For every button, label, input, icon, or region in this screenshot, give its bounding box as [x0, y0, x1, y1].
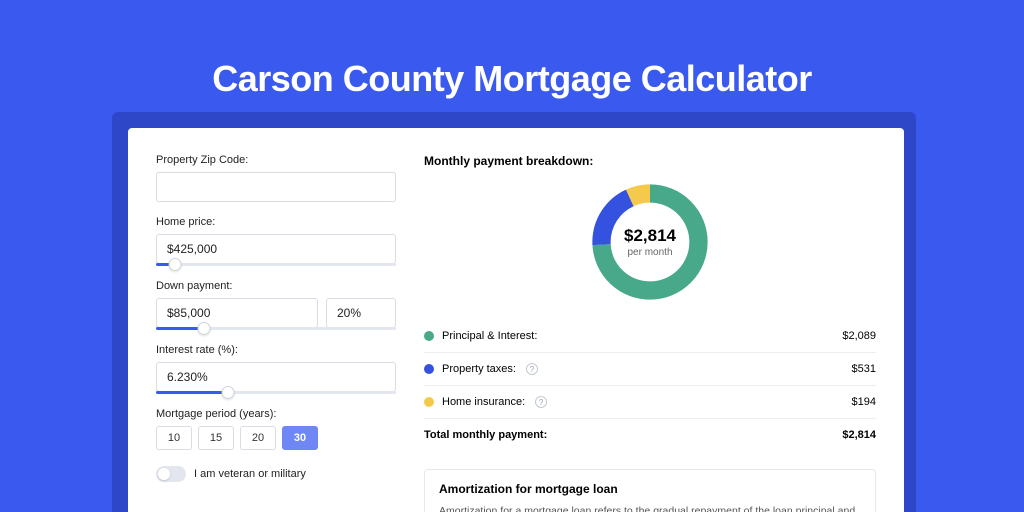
legend-row-taxes: Property taxes: ? $531 [424, 353, 876, 386]
info-icon[interactable]: ? [535, 396, 547, 408]
legend-label: Home insurance: [442, 396, 525, 408]
veteran-label: I am veteran or military [194, 468, 306, 480]
legend-value: $531 [852, 363, 876, 375]
zip-input[interactable] [156, 172, 396, 202]
mortgage-period-options: 10 15 20 30 [156, 426, 396, 450]
home-price-slider[interactable] [156, 263, 396, 266]
field-zip: Property Zip Code: [156, 154, 396, 202]
zip-label: Property Zip Code: [156, 154, 396, 166]
legend-row-principal: Principal & Interest: $2,089 [424, 320, 876, 353]
period-option-20[interactable]: 20 [240, 426, 276, 450]
slider-thumb[interactable] [198, 322, 211, 335]
dot-icon [424, 397, 434, 407]
amortization-body: Amortization for a mortgage loan refers … [439, 504, 861, 512]
field-mortgage-period: Mortgage period (years): 10 15 20 30 [156, 408, 396, 450]
legend-value: $194 [852, 396, 876, 408]
down-payment-input[interactable] [156, 298, 318, 328]
down-payment-slider[interactable] [156, 327, 396, 330]
page-title: Carson County Mortgage Calculator [0, 58, 1024, 100]
page-background: Carson County Mortgage Calculator Proper… [0, 0, 1024, 512]
donut-sublabel: per month [627, 247, 672, 258]
legend-total-label: Total monthly payment: [424, 429, 547, 441]
breakdown-column: Monthly payment breakdown: $2,814 per mo… [424, 154, 876, 512]
legend-row-total: Total monthly payment: $2,814 [424, 419, 876, 451]
field-down-payment: Down payment: [156, 280, 396, 330]
breakdown-legend: Principal & Interest: $2,089 Property ta… [424, 320, 876, 451]
interest-rate-slider[interactable] [156, 391, 396, 394]
period-option-15[interactable]: 15 [198, 426, 234, 450]
slider-fill [156, 391, 228, 394]
legend-row-insurance: Home insurance: ? $194 [424, 386, 876, 419]
legend-label: Principal & Interest: [442, 330, 537, 342]
period-option-30[interactable]: 30 [282, 426, 318, 450]
home-price-input[interactable] [156, 234, 396, 264]
legend-total-value: $2,814 [842, 429, 876, 441]
donut-wrap: $2,814 per month [424, 178, 876, 306]
home-price-label: Home price: [156, 216, 396, 228]
down-payment-label: Down payment: [156, 280, 396, 292]
amortization-title: Amortization for mortgage loan [439, 482, 861, 496]
form-column: Property Zip Code: Home price: Down paym… [156, 154, 396, 512]
slider-thumb[interactable] [222, 386, 235, 399]
mortgage-period-label: Mortgage period (years): [156, 408, 396, 420]
veteran-toggle[interactable] [156, 466, 186, 482]
field-home-price: Home price: [156, 216, 396, 266]
breakdown-title: Monthly payment breakdown: [424, 154, 876, 168]
interest-rate-input[interactable] [156, 362, 396, 392]
field-veteran: I am veteran or military [156, 466, 396, 482]
donut-chart: $2,814 per month [586, 178, 714, 306]
interest-rate-label: Interest rate (%): [156, 344, 396, 356]
slider-thumb[interactable] [169, 258, 182, 271]
field-interest-rate: Interest rate (%): [156, 344, 396, 394]
legend-label: Property taxes: [442, 363, 516, 375]
amortization-card: Amortization for mortgage loan Amortizat… [424, 469, 876, 512]
toggle-knob [158, 468, 170, 480]
dot-icon [424, 364, 434, 374]
down-payment-pct-input[interactable] [326, 298, 396, 328]
period-option-10[interactable]: 10 [156, 426, 192, 450]
donut-value: $2,814 [624, 226, 676, 246]
dot-icon [424, 331, 434, 341]
legend-value: $2,089 [842, 330, 876, 342]
calculator-card: Property Zip Code: Home price: Down paym… [128, 128, 904, 512]
donut-center: $2,814 per month [586, 178, 714, 306]
info-icon[interactable]: ? [526, 363, 538, 375]
